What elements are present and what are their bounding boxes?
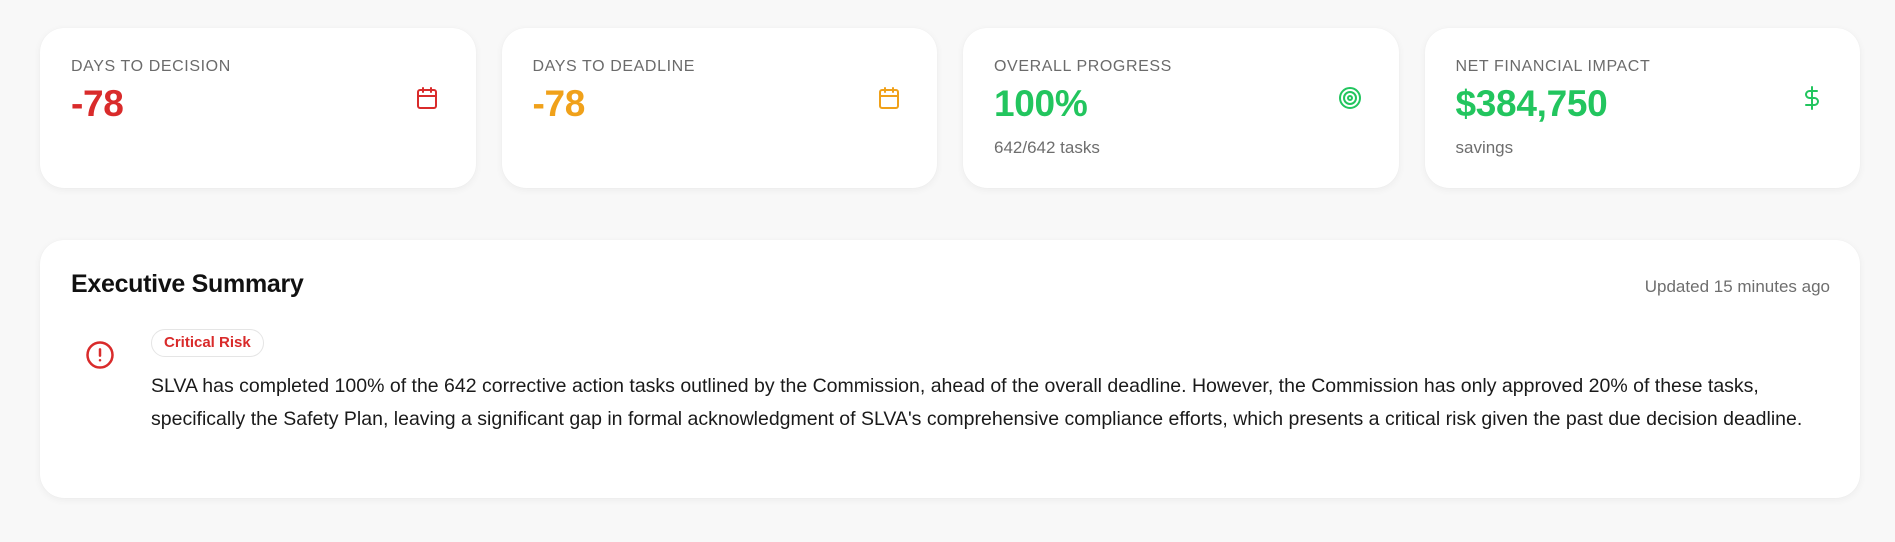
- card-value: 100%: [994, 83, 1088, 124]
- overall-progress-card: Overall Progress 100% 642/642 tasks: [963, 28, 1399, 188]
- metric-cards: Days to Decision -78 Days to Deadline -7…: [40, 28, 1860, 188]
- card-value: -78: [532, 83, 586, 124]
- dollar-icon: [1799, 85, 1825, 111]
- card-subtext: 642/642 tasks: [994, 138, 1100, 157]
- days-to-deadline-card: Days to Deadline -78: [501, 28, 937, 188]
- updated-timestamp: Updated 15 minutes ago: [1644, 277, 1830, 296]
- executive-summary-panel: Executive Summary Updated 15 minutes ago…: [40, 240, 1860, 498]
- summary-title: Executive Summary: [71, 270, 304, 298]
- alert-circle-icon: [85, 340, 115, 370]
- card-label: Days to Decision: [71, 58, 231, 75]
- risk-level-badge: Critical Risk: [151, 329, 264, 357]
- net-financial-impact-card: Net Financial Impact $384,750 savings: [1424, 28, 1860, 188]
- card-label: Overall Progress: [994, 58, 1172, 75]
- card-subtext: savings: [1455, 138, 1514, 157]
- card-label: Days to Deadline: [532, 58, 696, 75]
- card-label: Net Financial Impact: [1455, 58, 1651, 75]
- card-value: $384,750: [1455, 83, 1608, 124]
- summary-body: SLVA has completed 100% of the 642 corre…: [151, 375, 1803, 430]
- days-to-decision-card: Days to Decision -78: [40, 28, 476, 188]
- card-value: -78: [71, 83, 124, 124]
- calendar-icon: [876, 85, 902, 111]
- dashboard-page: Days to Decision -78 Days to Deadline -7…: [0, 0, 1895, 542]
- calendar-icon: [414, 85, 440, 111]
- target-icon: [1337, 85, 1363, 111]
